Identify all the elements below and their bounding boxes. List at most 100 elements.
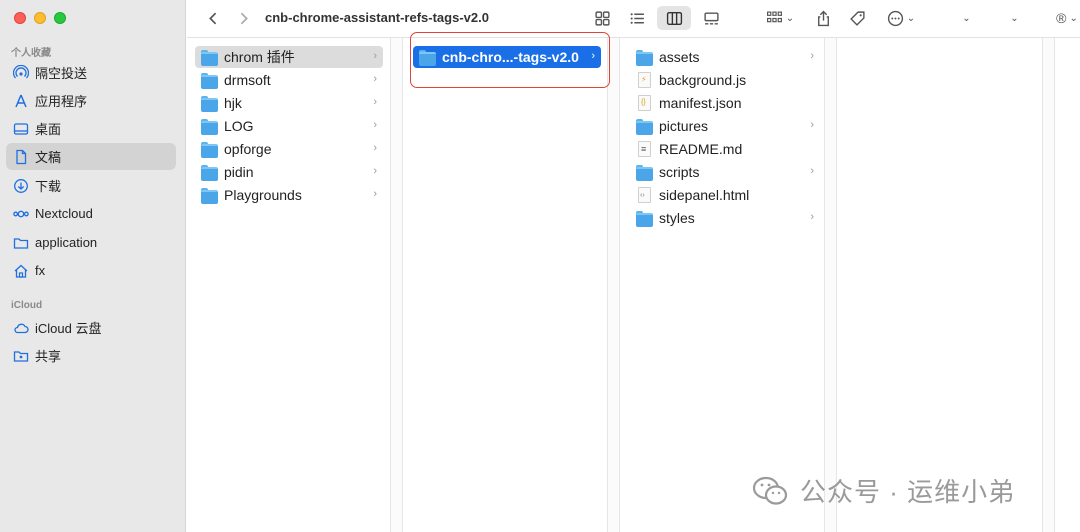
list-item[interactable]: chrom 插件 › <box>195 46 383 68</box>
downloads-icon <box>12 177 30 195</box>
nextcloud-icon <box>12 205 30 223</box>
item-label: hjk <box>224 95 242 111</box>
extension-menu-button-2[interactable]: ⌄ <box>1005 7 1021 29</box>
watermark-text: 公众号 · 运维小弟 <box>800 477 1016 507</box>
registered-extension-button[interactable]: ® ⌄ <box>1055 7 1079 29</box>
folder-icon <box>636 211 653 227</box>
chevron-right-icon: › <box>373 165 377 177</box>
toolbar: cnb-chrome-assistant-refs-tags-v2.0 ⌄ ⌄ … <box>187 0 1080 38</box>
list-item[interactable]: pidin › <box>195 161 383 183</box>
column-3: assets › background.js manifest.json pic… <box>620 38 825 532</box>
sidebar-item-desktop[interactable]: 桌面 <box>6 115 176 142</box>
markdown-file-icon <box>638 141 651 157</box>
sidebar: 个人收藏 隔空投送 应用程序 桌面 文稿 下载 Nextcloud applic… <box>0 0 186 532</box>
list-icon <box>630 12 644 24</box>
zoom-window-button[interactable] <box>54 12 66 24</box>
list-item[interactable]: drmsoft › <box>195 69 383 91</box>
column-1: chrom 插件 › drmsoft › hjk › LOG › opforge… <box>187 38 391 532</box>
ellipsis-circle-icon <box>887 10 903 26</box>
folder-icon <box>201 165 218 181</box>
sidebar-item-application[interactable]: application <box>6 229 176 256</box>
list-item[interactable]: LOG › <box>195 115 383 137</box>
close-window-button[interactable] <box>14 12 26 24</box>
list-item[interactable]: manifest.json <box>630 92 820 114</box>
back-button[interactable] <box>203 7 223 29</box>
folder-icon <box>12 234 30 252</box>
gallery-view-button[interactable] <box>700 7 722 29</box>
html-file-icon <box>638 187 651 203</box>
forward-button[interactable] <box>233 7 253 29</box>
chevron-right-icon: › <box>810 165 814 177</box>
sidebar-item-applications[interactable]: 应用程序 <box>6 87 176 114</box>
folder-icon <box>636 165 653 181</box>
chevron-down-icon: ⌄ <box>1010 12 1019 24</box>
extension-menu-button[interactable]: ⌄ <box>957 7 973 29</box>
chevron-right-icon: › <box>373 50 377 62</box>
column-view-icon-wrap <box>663 7 685 29</box>
sidebar-item-shared[interactable]: 共享 <box>6 342 176 369</box>
icloud-section-label: iCloud <box>11 300 43 311</box>
chevron-right-icon: › <box>810 211 814 223</box>
item-label: chrom 插件 <box>224 49 295 65</box>
tag-icon <box>849 10 865 26</box>
chevron-down-icon: ⌄ <box>962 12 971 24</box>
list-item[interactable]: opforge › <box>195 138 383 160</box>
list-item[interactable]: sidepanel.html <box>630 184 820 206</box>
folder-icon <box>636 119 653 135</box>
column-2: cnb-chro...-tags-v2.0 › <box>403 38 608 532</box>
list-view-button[interactable] <box>626 7 648 29</box>
sidebar-item-label: Nextcloud <box>35 206 93 221</box>
list-item[interactable]: scripts › <box>630 161 820 183</box>
group-by-button[interactable]: ⌄ <box>763 7 797 29</box>
sidebar-item-airdrop[interactable]: 隔空投送 <box>6 59 176 86</box>
list-item[interactable]: background.js <box>630 69 820 91</box>
sidebar-item-label: 共享 <box>35 349 62 364</box>
sidebar-item-label: application <box>35 235 98 250</box>
sidebar-item-documents[interactable]: 文稿 <box>6 143 176 170</box>
list-item[interactable]: assets › <box>630 46 820 68</box>
sidebar-item-nextcloud[interactable]: Nextcloud <box>6 200 176 227</box>
item-label: pidin <box>224 164 254 180</box>
column-divider[interactable] <box>825 38 837 532</box>
chevron-down-icon: ⌄ <box>1069 12 1078 24</box>
sidebar-item-label: 下载 <box>35 179 62 194</box>
wechat-icon <box>752 476 788 506</box>
folder-icon <box>201 50 218 66</box>
item-label: README.md <box>659 141 743 157</box>
grid-icon <box>594 10 610 26</box>
item-label: background.js <box>659 72 747 88</box>
sidebar-item-downloads[interactable]: 下载 <box>6 172 176 199</box>
chevron-right-icon: › <box>373 119 377 131</box>
column-divider[interactable] <box>391 38 403 532</box>
chevron-right-icon: › <box>810 50 814 62</box>
folder-icon <box>201 188 218 204</box>
item-label: Playgrounds <box>224 187 302 203</box>
sidebar-item-home[interactable]: fx <box>6 257 176 284</box>
folder-icon <box>201 96 218 112</box>
share-button[interactable] <box>812 7 834 29</box>
list-item[interactable]: hjk › <box>195 92 383 114</box>
tag-button[interactable] <box>846 7 868 29</box>
list-item[interactable]: pictures › <box>630 115 820 137</box>
column-5 <box>1055 38 1080 532</box>
home-icon <box>12 262 30 280</box>
column-4 <box>837 38 1043 532</box>
item-label: opforge <box>224 141 272 157</box>
column-divider[interactable] <box>608 38 620 532</box>
sidebar-item-icloud-drive[interactable]: iCloud 云盘 <box>6 314 176 341</box>
more-actions-button[interactable]: ⌄ <box>884 7 918 29</box>
item-label: assets <box>659 49 700 65</box>
item-label: scripts <box>659 164 700 180</box>
list-item[interactable]: Playgrounds › <box>195 184 383 206</box>
icon-view-button[interactable] <box>591 7 613 29</box>
list-item[interactable]: styles › <box>630 207 820 229</box>
minimize-window-button[interactable] <box>34 12 46 24</box>
column-divider[interactable] <box>1043 38 1055 532</box>
highlight-annotation <box>410 32 610 88</box>
list-item[interactable]: README.md <box>630 138 820 160</box>
window-controls <box>14 12 66 24</box>
columns-icon <box>666 11 682 25</box>
chevron-right-icon: › <box>373 142 377 154</box>
sidebar-item-label: 隔空投送 <box>35 66 88 81</box>
share-icon <box>817 10 829 26</box>
